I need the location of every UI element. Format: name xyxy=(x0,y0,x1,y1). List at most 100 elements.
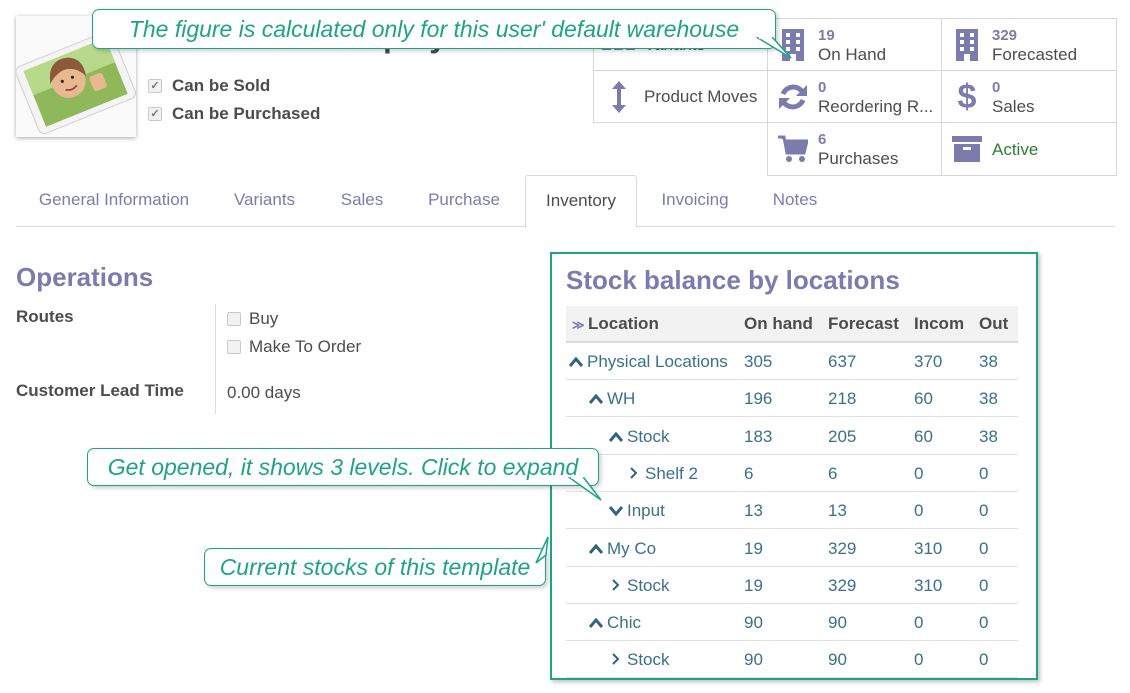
stock-row-on-hand: 305 xyxy=(744,352,773,371)
stock-row-on-hand: 19 xyxy=(744,538,763,558)
collapse-all-icon[interactable]: ≫ xyxy=(572,306,585,343)
stock-row[interactable]: Shelf 2 6 6 0 0 xyxy=(566,455,1018,492)
can-be-sold-label: Can be Sold xyxy=(172,76,271,95)
callout-levels-tail xyxy=(567,477,602,501)
callout-levels: Get opened, it shows 3 levels. Click to … xyxy=(87,448,599,486)
operations-title: Operations xyxy=(16,262,154,292)
customer-lead-time-value[interactable]: 0.00 days xyxy=(227,383,301,403)
stock-row-location[interactable]: Stock xyxy=(608,418,670,455)
stock-row-out: 38 xyxy=(979,389,998,409)
tab-sales[interactable]: Sales xyxy=(317,175,407,227)
purchases-value: 6 xyxy=(818,131,827,148)
stock-row[interactable]: Stock 90 90 0 0 xyxy=(566,641,1018,679)
stock-balance-title: Stock balance by locations xyxy=(566,265,900,295)
col-incoming[interactable]: Incom xyxy=(914,306,964,342)
cart-icon xyxy=(768,135,818,163)
building-icon xyxy=(942,28,992,61)
stock-row-location-name: Stock xyxy=(627,575,670,595)
stock-row-forecast: 90 xyxy=(828,650,847,670)
archive-icon xyxy=(942,136,992,162)
can-be-sold-flag[interactable]: ✓ Can be Sold xyxy=(148,76,270,96)
purchases-button[interactable]: 6 Purchases xyxy=(767,122,942,176)
stock-row-location[interactable]: Stock xyxy=(608,641,670,678)
stock-row-forecast: 329 xyxy=(828,575,857,595)
can-be-purchased-flag[interactable]: ✓ Can be Purchased xyxy=(148,104,320,124)
stock-row[interactable]: WH 196 218 60 38 xyxy=(566,380,1018,418)
chevron-right-icon[interactable] xyxy=(626,455,642,492)
stock-row-out: 0 xyxy=(979,463,989,483)
route-buy-checkbox[interactable] xyxy=(227,312,241,326)
tab-variants[interactable]: Variants xyxy=(212,175,317,227)
stock-row-forecast: 218 xyxy=(828,389,857,409)
product-moves-label: Product Moves xyxy=(644,87,758,106)
stock-row[interactable]: My Co 19 329 310 0 xyxy=(566,530,1018,567)
chevron-up-icon[interactable] xyxy=(588,380,604,417)
stock-row-location-name: Physical Locations xyxy=(587,352,728,371)
chevron-right-icon[interactable] xyxy=(608,641,624,678)
stock-row-incoming: 0 xyxy=(914,613,924,633)
stock-row-location[interactable]: WH xyxy=(588,380,635,417)
stock-row-location[interactable]: Chic xyxy=(588,604,641,641)
stock-row-incoming: 370 xyxy=(914,352,943,371)
stock-row[interactable]: Chic 90 90 0 0 xyxy=(566,604,1018,642)
stock-row-incoming: 60 xyxy=(914,426,933,446)
callout-template: Current stocks of this template xyxy=(204,548,546,586)
stock-row[interactable]: Stock 183 205 60 38 xyxy=(566,418,1018,455)
stock-row[interactable]: Physical Locations 305 637 370 38 xyxy=(566,343,1018,380)
stock-row-location-name: Input xyxy=(627,501,665,521)
chevron-up-icon[interactable] xyxy=(568,343,584,380)
sales-button[interactable]: $ 0 Sales xyxy=(941,70,1117,123)
product-moves-button[interactable]: Product Moves xyxy=(593,70,768,123)
route-make-to-order[interactable]: Make To Order xyxy=(227,337,361,357)
stock-row-location-name: My Co xyxy=(607,538,657,558)
stock-row-location[interactable]: Shelf 2 xyxy=(626,455,698,492)
stock-balance-panel: Stock balance by locations ≫ Location On… xyxy=(550,252,1038,680)
chevron-up-icon[interactable] xyxy=(588,530,604,567)
tab-inventory[interactable]: Inventory xyxy=(525,175,637,228)
stock-row-incoming: 0 xyxy=(914,501,924,521)
col-forecast[interactable]: Forecast xyxy=(828,306,899,342)
col-out[interactable]: Out xyxy=(979,306,1008,342)
tab-general-information[interactable]: General Information xyxy=(16,175,212,227)
stock-row-location[interactable]: Stock xyxy=(608,567,670,604)
stock-row-location[interactable]: Input xyxy=(608,492,665,529)
col-location[interactable]: Location xyxy=(588,306,659,342)
reordering-rules-button[interactable]: 0 Reordering R... xyxy=(767,70,942,123)
chevron-down-icon[interactable] xyxy=(608,492,624,529)
tab-notes[interactable]: Notes xyxy=(749,175,841,227)
notebook-tabs: General Information Variants Sales Purch… xyxy=(16,175,1115,228)
can-be-purchased-checkbox[interactable]: ✓ xyxy=(148,107,162,121)
dollar-icon: $ xyxy=(957,77,977,116)
stock-row[interactable]: Stock 19 329 310 0 xyxy=(566,567,1018,604)
field-divider xyxy=(215,304,216,414)
stock-row-location[interactable]: My Co xyxy=(588,530,656,567)
chevron-up-icon[interactable] xyxy=(608,418,624,455)
up-down-arrow-icon xyxy=(594,80,644,113)
route-mto-checkbox[interactable] xyxy=(227,340,241,354)
callout-template-tail xyxy=(535,536,549,564)
on-hand-label: On Hand xyxy=(818,44,887,64)
stock-row-incoming: 310 xyxy=(914,538,943,558)
forecasted-label: Forecasted xyxy=(992,44,1078,64)
route-mto-label: Make To Order xyxy=(249,337,362,356)
chevron-up-icon[interactable] xyxy=(588,604,604,641)
stock-row[interactable]: Input 13 13 0 0 xyxy=(566,492,1018,530)
stock-row-on-hand: 6 xyxy=(744,463,754,483)
stock-row-out: 0 xyxy=(979,575,989,595)
stock-row-incoming: 0 xyxy=(914,650,924,670)
stock-row-on-hand: 90 xyxy=(744,613,763,633)
reordering-value: 0 xyxy=(818,78,827,96)
forecasted-button[interactable]: 329 Forecasted xyxy=(941,18,1117,71)
route-buy[interactable]: Buy xyxy=(227,309,278,329)
col-on-hand[interactable]: On hand xyxy=(744,306,813,342)
chevron-right-icon[interactable] xyxy=(608,567,624,604)
can-be-sold-checkbox[interactable]: ✓ xyxy=(148,79,162,93)
stock-row-location-name: Chic xyxy=(607,613,642,633)
stock-row-on-hand: 19 xyxy=(744,575,763,595)
stock-row-out: 0 xyxy=(979,538,989,558)
stock-row-on-hand: 13 xyxy=(744,501,763,521)
tab-purchase[interactable]: Purchase xyxy=(407,175,521,227)
tab-invoicing[interactable]: Invoicing xyxy=(641,175,749,227)
active-toggle-button[interactable]: Active xyxy=(941,122,1117,176)
stock-row-location[interactable]: Physical Locations xyxy=(568,343,728,380)
